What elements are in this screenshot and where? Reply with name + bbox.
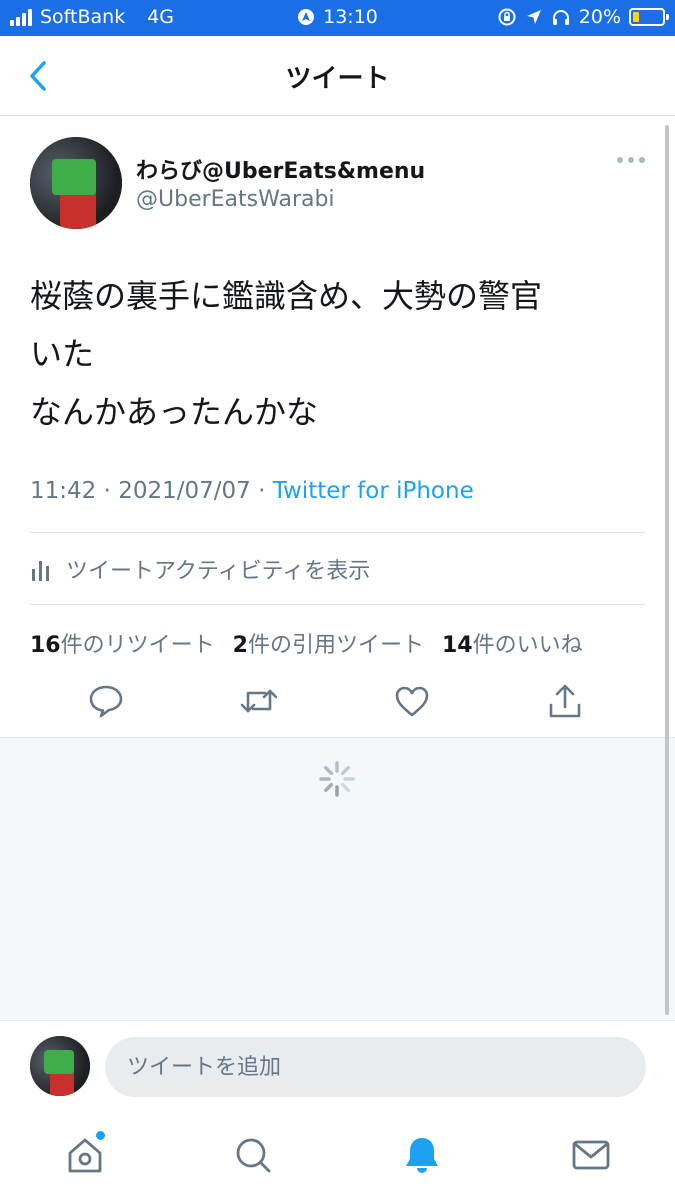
share-button[interactable] [545,681,585,721]
tweet-time: 11:42 [30,478,97,504]
reply-compose-bar [0,1021,675,1111]
scrollbar[interactable] [665,125,669,1015]
mail-icon [572,1140,610,1170]
quotes-count: 2 [232,633,248,658]
page-title: ツイート [285,64,390,94]
tweet-actions [0,681,675,721]
status-bar: SoftBank 4G 13:10 20% [0,0,675,36]
tab-messages[interactable] [569,1133,613,1177]
battery-icon [629,8,669,26]
location-badge-icon [298,9,315,25]
home-icon [68,1138,102,1173]
more-options-icon[interactable] [617,157,645,163]
battery-percent: 20% [578,6,621,28]
tab-notifications[interactable] [400,1133,444,1177]
my-avatar[interactable] [30,1036,90,1096]
likes-stat[interactable]: 14件のいいね [442,627,583,659]
tab-search[interactable] [231,1133,275,1177]
reply-icon [89,685,123,718]
tweet-stats: 16件のリツイート 2件の引用ツイート 14件のいいね [30,627,583,659]
rotation-lock-icon [498,8,516,26]
likes-count: 14 [441,633,473,658]
analytics-bars-icon [32,561,49,581]
quotes-label: 件の引用ツイート [247,633,424,658]
retweets-count: 16 [30,633,61,658]
home-notification-dot [96,1131,105,1140]
location-arrow-icon [526,10,541,24]
likes-label: 件のいいね [472,633,583,658]
battery-fill [633,12,639,22]
display-name[interactable]: わらび@UberEats&menu [136,153,425,185]
tweet-detail: わらび@UberEats&menu @UberEatsWarabi 桜蔭の裏手に… [0,117,675,737]
headphones-icon [552,10,569,25]
tweet-metadata: 11:42 · 2021/07/07 · Twitter for iPhone [30,478,474,504]
quotes-stat[interactable]: 2件の引用ツイート [233,627,424,659]
battery-nub [666,14,669,20]
like-button[interactable] [392,681,432,721]
retweet-button[interactable] [239,681,279,721]
bell-icon [406,1138,438,1173]
status-bar-right: 20% [497,6,669,28]
nav-header: ツイート [0,36,675,116]
loading-spinner-icon [319,761,355,797]
add-tweet-input[interactable] [105,1037,646,1097]
tweet-text: 桜蔭の裏手に鑑識含め、大勢の警官 いた なんかあったんかな [30,277,543,431]
avatar[interactable] [30,137,122,229]
divider [30,532,645,533]
clock: 13:10 [323,6,378,28]
tab-home[interactable] [63,1131,107,1177]
share-icon [549,684,581,718]
replies-loading-area [0,737,675,1021]
tweet-source-link[interactable]: Twitter for iPhone [273,478,474,504]
search-icon [236,1138,271,1173]
divider [30,604,645,605]
meta-separator: · [258,478,266,504]
bottom-tab-bar [0,1111,675,1200]
retweet-icon [240,689,278,713]
retweets-stat[interactable]: 16件のリツイート [30,627,215,659]
tweet-activity-label: ツイートアクティビティを表示 [66,559,371,584]
retweets-label: 件のリツイート [60,633,215,658]
reply-button[interactable] [86,681,126,721]
heart-icon [395,686,429,717]
meta-separator: · [103,478,111,504]
user-handle[interactable]: @UberEatsWarabi [136,187,335,212]
tweet-activity-link[interactable]: ツイートアクティビティを表示 [30,553,370,585]
tweet-date: 2021/07/07 [118,478,251,504]
